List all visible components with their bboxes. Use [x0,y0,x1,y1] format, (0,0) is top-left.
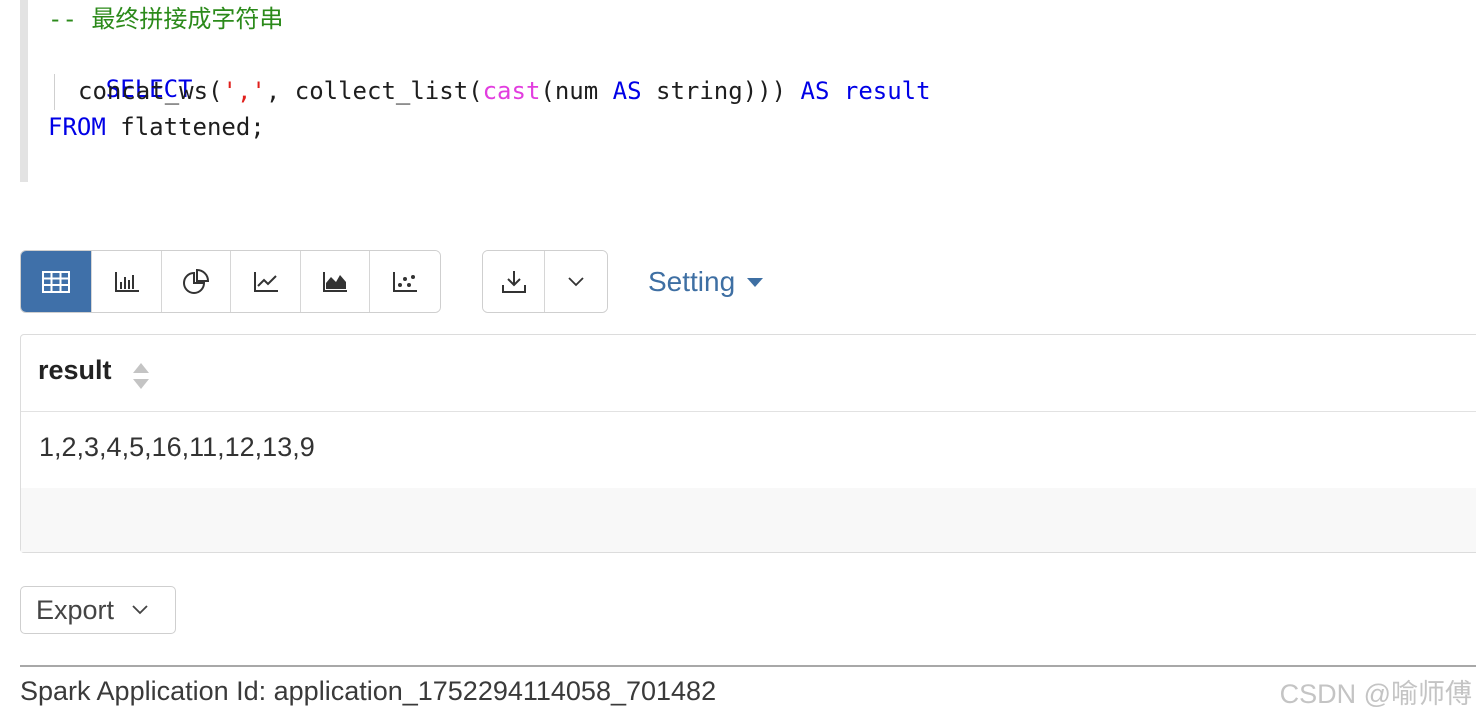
code-line-select: SELECT [48,38,193,103]
keyword-as: AS [800,77,830,105]
keyword-as: AS [612,77,642,105]
area-chart-view-button[interactable] [300,251,371,312]
table-view-button[interactable] [21,251,93,312]
code-token: string))) [641,77,801,105]
line-chart-view-button[interactable] [231,251,301,312]
setting-label: Setting [648,266,736,297]
code-function: cast [482,77,541,105]
watermark: CSDN @喻师傅 [1279,679,1472,709]
code-string: ',' [222,77,266,105]
code-token: concat_ws( [78,77,223,105]
download-options-button[interactable] [545,251,607,312]
results-table: result 1,2,3,4,5,16,11,12,13,9 [20,334,1476,553]
sort-icon[interactable] [132,361,150,391]
setting-dropdown[interactable]: Setting [648,264,764,300]
table-icon [42,270,71,293]
table-empty-row [21,488,1476,552]
bar-chart-icon [114,271,139,292]
code-line-from: FROM flattened; [48,110,265,144]
chevron-down-icon [132,605,148,615]
sql-editor[interactable]: -- 最终拼接成字符串 SELECT concat_ws(',', collec… [20,0,1476,182]
indent-guide [54,74,55,110]
download-group [482,250,608,313]
code-comment: -- 最终拼接成字符串 [48,5,284,33]
table-cell: 1,2,3,4,5,16,11,12,13,9 [39,432,315,462]
code-line-expression: concat_ws(',', collect_list(cast(num AS … [78,74,931,108]
divider [20,665,1476,667]
code-token: , collect_list( [265,77,483,105]
export-button[interactable]: Export [20,586,176,634]
area-chart-icon [323,271,348,292]
pie-chart-icon [183,268,210,294]
keyword-result: result [843,77,931,105]
code-token: (num [540,77,613,105]
line-chart-icon [253,271,278,292]
bar-chart-view-button[interactable] [92,251,162,312]
export-label: Export [36,594,115,625]
keyword-from: FROM [48,113,106,141]
spark-application-id: Spark Application Id: application_175229… [20,676,717,706]
download-button[interactable] [483,251,546,312]
code-token: flattened; [105,113,265,141]
download-icon [501,270,526,293]
table-row: 1,2,3,4,5,16,11,12,13,9 [21,412,1476,488]
column-header-result[interactable]: result [38,355,112,386]
scatter-chart-icon [393,271,418,292]
view-mode-group [20,250,441,313]
chevron-down-icon [568,276,584,286]
caret-down-icon [747,277,764,287]
scatter-chart-view-button[interactable] [370,251,440,312]
pie-chart-view-button[interactable] [161,251,232,312]
table-header: result [21,335,1476,412]
